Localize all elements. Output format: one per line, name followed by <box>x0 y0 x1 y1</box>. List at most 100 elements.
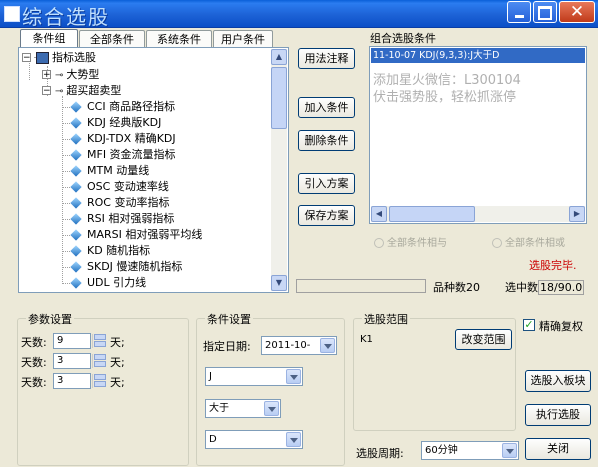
scroll-thumb[interactable] <box>389 206 475 222</box>
condition-tree[interactable]: − 指标选股 + ⊸ 大势型 − ⊸ 超买超卖型 CCI 商品路径指标 KDJ 经典版… <box>18 47 289 293</box>
tab-system-conditions[interactable]: 系统条件 <box>146 30 212 47</box>
import-plan-button[interactable]: 引入方案 <box>298 173 355 194</box>
range-title: 选股范围 <box>362 311 410 327</box>
param-spinner[interactable] <box>92 354 107 368</box>
dropdown-arrow-icon[interactable] <box>264 401 279 416</box>
param-value: 9 <box>57 335 64 346</box>
param-input[interactable]: 3 <box>53 353 91 369</box>
tab-user-conditions[interactable]: 用户条件 <box>213 30 273 47</box>
maximize-button[interactable] <box>533 1 557 23</box>
delete-condition-button[interactable]: 删除条件 <box>298 130 355 151</box>
radio-or-label: 全部条件相或 <box>505 238 565 249</box>
tree-scrollbar[interactable]: ▲ ▼ <box>271 49 287 291</box>
add-to-board-button[interactable]: 选股入板块 <box>525 370 591 392</box>
collapse-icon[interactable]: − <box>22 53 31 63</box>
date-label: 指定日期: <box>203 340 251 353</box>
tree-item[interactable]: MARSI 相对强弱平均线 <box>62 227 202 243</box>
period-select[interactable]: 60分钟 <box>421 441 519 460</box>
change-range-button[interactable]: 改变范围 <box>455 329 512 350</box>
operator-select[interactable]: 大于 <box>205 399 281 418</box>
tab-all-conditions[interactable]: 全部条件 <box>79 30 145 47</box>
tree-item[interactable]: UDL 引力线 <box>62 275 146 291</box>
radio-or[interactable]: 全部条件相或 <box>492 234 565 249</box>
selected-value: 18/90.0 <box>538 280 585 295</box>
add-condition-button[interactable]: 加入条件 <box>298 97 355 118</box>
tree-item[interactable]: ROC 变动率指标 <box>62 195 169 211</box>
tree-item[interactable]: SKDJ 慢速随机指标 <box>62 259 183 275</box>
scroll-left-icon[interactable]: ◀ <box>371 206 387 222</box>
scroll-right-icon[interactable]: ▶ <box>569 206 585 222</box>
spin-up-icon[interactable] <box>94 354 106 360</box>
tree-item[interactable]: CCI 商品路径指标 <box>62 99 175 115</box>
spin-up-icon[interactable] <box>94 334 106 340</box>
tree-item[interactable]: OSC 变动速率线 <box>62 179 169 195</box>
date-picker[interactable]: 2011-10- <box>261 336 337 355</box>
dropdown-arrow-icon[interactable] <box>286 432 301 447</box>
combo-hscrollbar[interactable]: ◀ ▶ <box>371 206 585 222</box>
param-label: 天数: <box>21 376 47 389</box>
line-value: J <box>209 371 212 382</box>
tree-item-label: RSI 相对强弱指标 <box>87 212 175 225</box>
period-label: 选股周期: <box>356 447 404 460</box>
tree-item[interactable]: KDJ 经典版KDJ <box>62 115 161 131</box>
radio-and[interactable]: 全部条件相与 <box>374 234 447 249</box>
tree-item[interactable]: KD 随机指标 <box>62 243 150 259</box>
tree-root[interactable]: − 指标选股 <box>22 50 96 66</box>
target-select[interactable]: D <box>205 430 303 449</box>
expand-icon[interactable]: + <box>42 70 51 80</box>
param-input[interactable]: 9 <box>53 333 91 349</box>
tree-item-label: KDJ-TDX 精确KDJ <box>87 132 176 145</box>
dropdown-arrow-icon[interactable] <box>320 338 335 353</box>
combo-conditions-list[interactable]: 11-10-07 KDJ(9,3,3):J大于D 添加星火微信：L300104 … <box>369 46 587 224</box>
spin-up-icon[interactable] <box>94 374 106 380</box>
param-label: 天数: <box>21 336 47 349</box>
usage-notes-button[interactable]: 用法注释 <box>298 48 355 69</box>
line-select[interactable]: J <box>205 367 303 386</box>
params-title: 参数设置 <box>26 311 74 327</box>
param-spinner[interactable] <box>92 334 107 348</box>
dropdown-arrow-icon[interactable] <box>286 369 301 384</box>
tree-item[interactable]: MFI 资金流量指标 <box>62 147 176 163</box>
minimize-button[interactable] <box>507 1 531 23</box>
param-input[interactable]: 3 <box>53 373 91 389</box>
tree-root-label: 指标选股 <box>52 51 96 64</box>
execute-button[interactable]: 执行选股 <box>525 404 591 426</box>
tree-category-trend[interactable]: + ⊸ 大势型 <box>42 67 99 83</box>
indicator-icon <box>70 149 82 161</box>
tree-category-overbought[interactable]: − ⊸ 超买超卖型 <box>42 83 121 99</box>
selected-condition[interactable]: 11-10-07 KDJ(9,3,3):J大于D <box>371 48 585 63</box>
spin-down-icon[interactable] <box>94 361 106 367</box>
key-icon: ⊸ <box>55 70 64 81</box>
range-value: K1 <box>360 334 373 345</box>
tab-condition-group[interactable]: 条件组 <box>20 29 78 48</box>
minimize-icon <box>514 15 524 18</box>
scroll-thumb[interactable] <box>271 67 287 129</box>
variety-count: 品种数20 <box>433 279 480 295</box>
maximize-icon <box>538 6 552 20</box>
window-title: 综合选股 <box>22 5 110 29</box>
param-label: 天数: <box>21 356 47 369</box>
scroll-down-icon[interactable]: ▼ <box>271 275 287 291</box>
title-bar: 综合选股 ✕ <box>0 0 598 29</box>
dropdown-arrow-icon[interactable] <box>502 443 517 458</box>
radio-dot-icon <box>492 238 502 248</box>
close-button[interactable]: 关闭 <box>525 438 591 460</box>
tree-item[interactable]: RSI 相对强弱指标 <box>62 211 175 227</box>
spin-down-icon[interactable] <box>94 341 106 347</box>
tree-item[interactable]: KDJ-TDX 精确KDJ <box>62 131 176 147</box>
tree-category-label: 超买超卖型 <box>66 84 122 97</box>
indicator-icon <box>70 277 82 289</box>
precise-adjust-checkbox[interactable]: ✓ <box>523 319 535 331</box>
tree-item-label: MFI 资金流量指标 <box>87 148 176 161</box>
save-plan-button[interactable]: 保存方案 <box>298 205 355 226</box>
scroll-up-icon[interactable]: ▲ <box>271 49 287 65</box>
indicator-icon <box>70 229 82 241</box>
collapse-icon[interactable]: − <box>42 86 51 96</box>
tree-item-label: SKDJ 慢速随机指标 <box>87 260 183 273</box>
tree-category-label: 大势型 <box>66 68 100 81</box>
spin-down-icon[interactable] <box>94 381 106 387</box>
close-window-button[interactable]: ✕ <box>559 1 595 23</box>
param-spinner[interactable] <box>92 374 107 388</box>
indicator-icon <box>70 245 82 257</box>
tree-item[interactable]: MTM 动量线 <box>62 163 149 179</box>
